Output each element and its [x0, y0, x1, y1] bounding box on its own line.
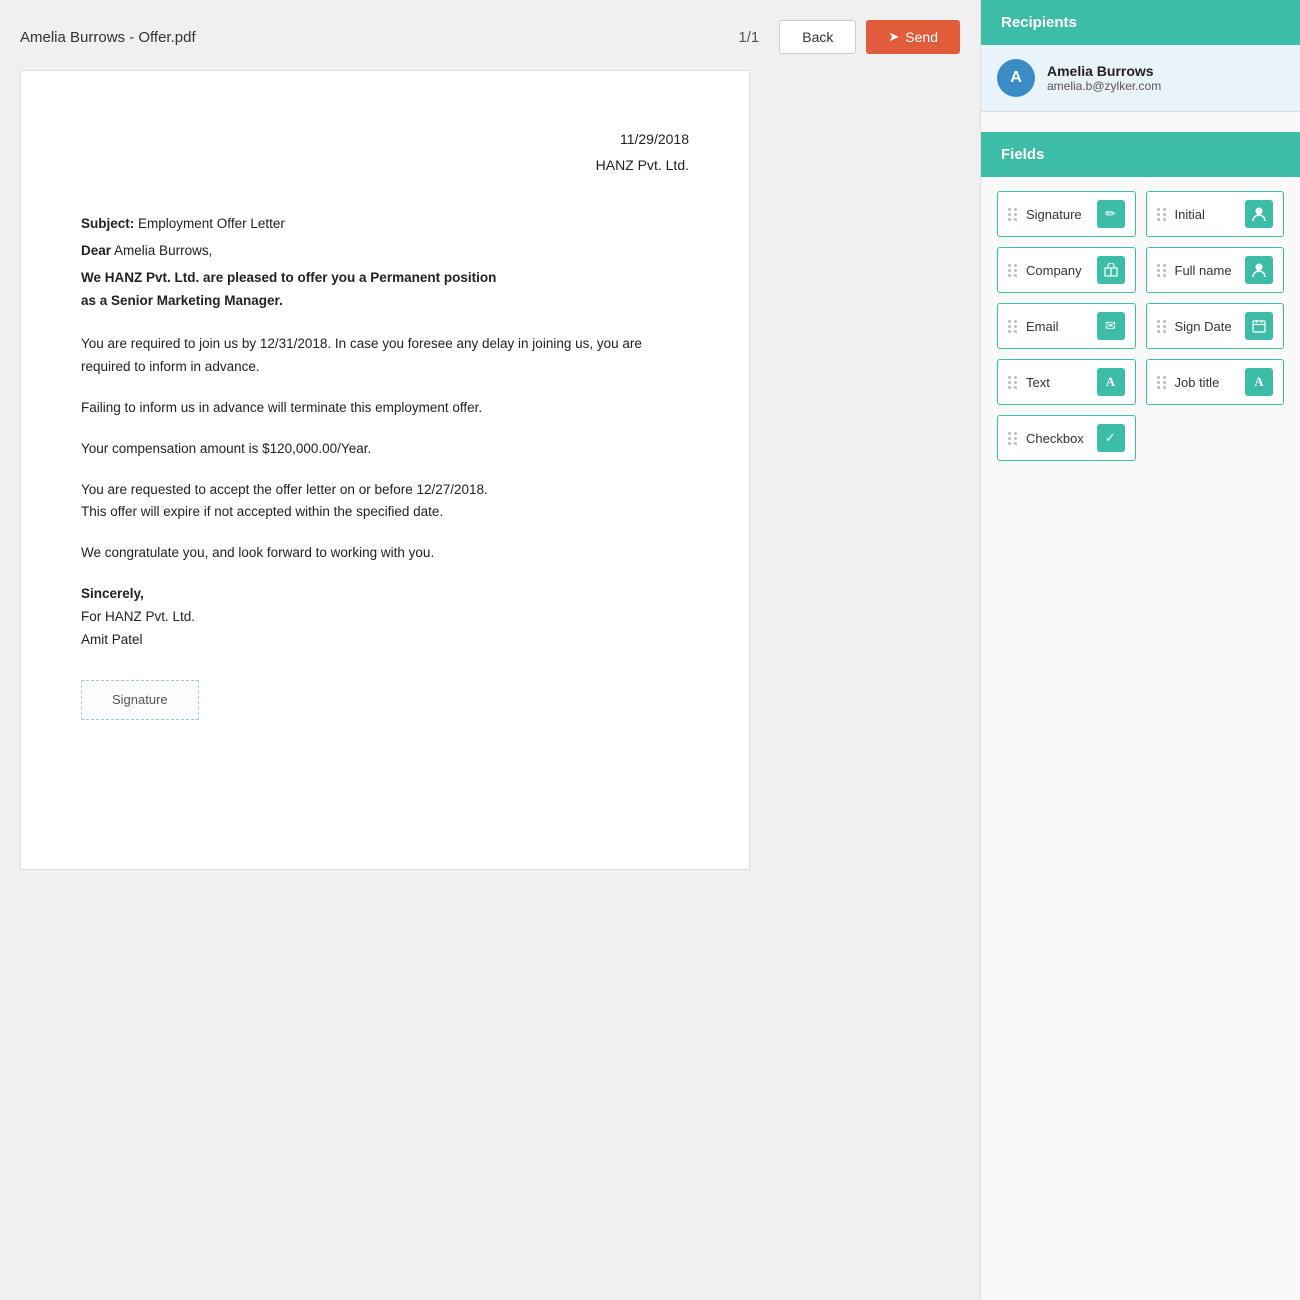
field-fullname-icon — [1245, 256, 1273, 284]
closing3: Amit Patel — [81, 632, 143, 647]
field-text-label: Text — [1026, 375, 1097, 390]
recipient-email: amelia.b@zylker.com — [1047, 79, 1161, 93]
field-jobtitle-label: Job title — [1175, 375, 1246, 390]
doc-subject: Subject: Employment Offer Letter — [81, 213, 689, 236]
subject-text: Employment Offer Letter — [138, 216, 285, 231]
subject-label: Subject: — [81, 216, 134, 231]
filename-label: Amelia Burrows - Offer.pdf — [20, 29, 718, 46]
doc-para4-line2: This offer will expire if not accepted w… — [81, 504, 443, 519]
drag-handle-fullname — [1157, 264, 1167, 277]
send-label: Send — [905, 29, 938, 45]
closing1: Sincerely, — [81, 586, 144, 601]
field-checkbox-label: Checkbox — [1026, 431, 1097, 446]
field-email[interactable]: Email ✉ — [997, 303, 1136, 349]
field-text-icon: A — [1097, 368, 1125, 396]
field-text[interactable]: Text A — [997, 359, 1136, 405]
toolbar-buttons: Back ➤ Send — [779, 20, 960, 54]
offer-line1: We HANZ Pvt. Ltd. are pleased to offer y… — [81, 270, 496, 285]
field-email-label: Email — [1026, 319, 1097, 334]
recipients-header: Recipients — [981, 0, 1300, 45]
drag-handle-signature — [1008, 208, 1018, 221]
field-initial[interactable]: Initial — [1146, 191, 1285, 237]
drag-handle-jobtitle — [1157, 376, 1167, 389]
field-jobtitle[interactable]: Job title A — [1146, 359, 1285, 405]
offer-line2: as a Senior Marketing Manager. — [81, 293, 283, 308]
doc-para3: Your compensation amount is $120,000.00/… — [81, 438, 689, 461]
doc-closing: Sincerely, For HANZ Pvt. Ltd. Amit Patel — [81, 583, 689, 652]
main-area: Amelia Burrows - Offer.pdf 1/1 Back ➤ Se… — [0, 0, 980, 1300]
recipient-item: A Amelia Burrows amelia.b@zylker.com — [981, 45, 1300, 112]
right-panel: Recipients A Amelia Burrows amelia.b@zyl… — [980, 0, 1300, 1300]
recipient-avatar: A — [997, 59, 1035, 97]
field-signdate-icon — [1245, 312, 1273, 340]
page-indicator: 1/1 — [738, 29, 759, 46]
fields-header: Fields — [981, 132, 1300, 177]
doc-para5: We congratulate you, and look forward to… — [81, 542, 689, 565]
drag-handle-text — [1008, 376, 1018, 389]
field-signature[interactable]: Signature ✏ — [997, 191, 1136, 237]
doc-dear: Dear Amelia Burrows, — [81, 240, 689, 263]
dear-name: Amelia Burrows, — [114, 243, 212, 258]
doc-para4-line1: You are requested to accept the offer le… — [81, 482, 488, 497]
field-jobtitle-icon: A — [1245, 368, 1273, 396]
recipient-info: Amelia Burrows amelia.b@zylker.com — [1047, 63, 1161, 93]
closing2: For HANZ Pvt. Ltd. — [81, 609, 195, 624]
doc-para4: You are requested to accept the offer le… — [81, 479, 689, 525]
field-fullname[interactable]: Full name — [1146, 247, 1285, 293]
fields-section: Fields Signature ✏ Initial — [981, 132, 1300, 475]
doc-date: 11/29/2018 — [81, 131, 689, 147]
back-button[interactable]: Back — [779, 20, 856, 54]
drag-handle-initial — [1157, 208, 1167, 221]
doc-para1: You are required to join us by 12/31/201… — [81, 333, 689, 379]
field-company-icon — [1097, 256, 1125, 284]
field-checkbox[interactable]: Checkbox ✓ — [997, 415, 1136, 461]
doc-body: Subject: Employment Offer Letter Dear Am… — [81, 213, 689, 720]
field-initial-icon — [1245, 200, 1273, 228]
fields-grid: Signature ✏ Initial — [981, 177, 1300, 475]
drag-handle-checkbox — [1008, 432, 1018, 445]
field-signature-icon: ✏ — [1097, 200, 1125, 228]
send-icon: ➤ — [888, 29, 899, 45]
field-signdate[interactable]: Sign Date — [1146, 303, 1285, 349]
drag-handle-signdate — [1157, 320, 1167, 333]
doc-company: HANZ Pvt. Ltd. — [81, 157, 689, 173]
field-company[interactable]: Company — [997, 247, 1136, 293]
field-checkbox-icon: ✓ — [1097, 424, 1125, 452]
doc-para2: Failing to inform us in advance will ter… — [81, 397, 689, 420]
drag-handle-company — [1008, 264, 1018, 277]
signature-placeholder[interactable]: Signature — [81, 680, 199, 720]
field-initial-label: Initial — [1175, 207, 1246, 222]
field-email-icon: ✉ — [1097, 312, 1125, 340]
recipient-name: Amelia Burrows — [1047, 63, 1161, 79]
doc-offer: We HANZ Pvt. Ltd. are pleased to offer y… — [81, 267, 689, 313]
field-signdate-label: Sign Date — [1175, 319, 1246, 334]
field-signature-label: Signature — [1026, 207, 1097, 222]
document-container: 11/29/2018 HANZ Pvt. Ltd. Subject: Emplo… — [20, 70, 750, 870]
field-company-label: Company — [1026, 263, 1097, 278]
drag-handle-email — [1008, 320, 1018, 333]
dear-label: Dear — [81, 243, 111, 258]
toolbar: Amelia Burrows - Offer.pdf 1/1 Back ➤ Se… — [20, 20, 960, 54]
send-button[interactable]: ➤ Send — [866, 20, 960, 54]
field-fullname-label: Full name — [1175, 263, 1246, 278]
